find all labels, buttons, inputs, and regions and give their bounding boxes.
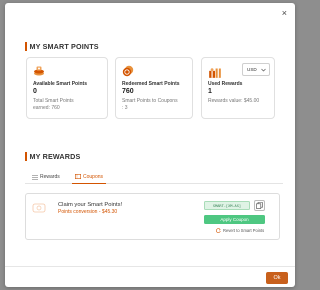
list-icon: [32, 174, 38, 180]
revert-link[interactable]: Revert to Smart Points: [216, 228, 264, 233]
card-title: Redeemed Smart Points: [122, 81, 180, 87]
revert-icon: [216, 228, 221, 233]
coupon-subtitle: Points conversion - $45.30: [58, 209, 118, 215]
ticket-icon: [75, 174, 81, 179]
tab-rewards[interactable]: Rewards: [29, 170, 63, 184]
smart-points-title: MY SMART POINTS: [29, 42, 99, 51]
coupon-card: Claim your Smart Points! Points conversi…: [25, 193, 280, 240]
tab-label: Coupons: [83, 173, 104, 180]
currency-value: USD: [247, 67, 257, 72]
card-value: 1: [208, 88, 212, 95]
card-subtext: Total Smart Points earned: 760: [33, 98, 74, 111]
copy-button[interactable]: [254, 200, 265, 211]
gift-boxes-icon: [209, 68, 221, 78]
copy-icon: [256, 202, 263, 209]
currency-select[interactable]: USD: [242, 63, 270, 76]
available-points-card: Available Smart Points 0 Total Smart Poi…: [26, 57, 108, 119]
heading-accent-bar: [25, 152, 27, 161]
coupon-icon: [32, 203, 46, 213]
points-stack-icon: [34, 66, 44, 76]
rewards-heading: MY REWARDS: [25, 152, 80, 161]
card-title: Used Rewards: [208, 81, 243, 87]
rewards-tabs: Rewards Coupons: [25, 170, 283, 184]
smart-points-heading: MY SMART POINTS: [25, 42, 99, 51]
coupon-title: Claim your Smart Points!: [58, 202, 123, 208]
revert-label: Revert to Smart Points: [223, 228, 265, 233]
tab-coupons[interactable]: Coupons: [72, 170, 107, 184]
card-subtext: Smart Points to Coupons : 3: [122, 98, 178, 111]
coins-icon: [122, 65, 134, 77]
heading-accent-bar: [25, 42, 27, 51]
footer-divider: [5, 266, 295, 267]
redeemed-points-card: Redeemed Smart Points 760 Smart Points t…: [115, 57, 193, 119]
card-subtext: Rewards value: $45.00: [208, 98, 260, 104]
apply-coupon-button[interactable]: Apply Coupon: [204, 215, 265, 224]
card-value: 760: [122, 88, 134, 95]
smart-points-modal: × MY SMART POINTS Available Smart Points…: [5, 3, 295, 287]
used-rewards-card: USD Used Rewards 1 Rewards value: $45.00: [201, 57, 275, 119]
tab-label: Rewards: [40, 174, 60, 180]
chevron-down-icon: [261, 68, 266, 71]
close-icon[interactable]: ×: [282, 9, 287, 18]
ok-button[interactable]: Ok: [266, 272, 288, 284]
card-title: Available Smart Points: [33, 81, 87, 87]
rewards-title: MY REWARDS: [29, 152, 81, 161]
coupon-code: SMART-[XM-AS]: [204, 201, 250, 210]
card-value: 0: [33, 88, 37, 95]
